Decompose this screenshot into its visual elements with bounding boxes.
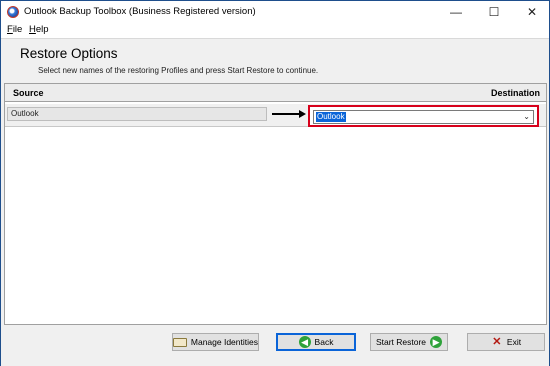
destination-selected-value: Outlook xyxy=(316,112,346,122)
menu-file-label: ile xyxy=(12,24,23,35)
window-title: Outlook Backup Toolbox (Business Registe… xyxy=(24,6,256,17)
menu-help-label: elp xyxy=(35,24,49,35)
profiles-grid: Source Destination Outlook Outlook ⌄ xyxy=(4,83,547,325)
back-label: Back xyxy=(314,337,334,347)
close-button[interactable]: ✕ xyxy=(515,1,549,23)
start-restore-button[interactable]: Start Restore ▶ xyxy=(370,333,448,351)
manage-identities-button[interactable]: Manage Identities xyxy=(172,333,259,351)
menu-bar: File Help xyxy=(1,23,549,38)
menu-file[interactable]: File xyxy=(7,24,22,35)
table-row: Outlook Outlook ⌄ xyxy=(5,104,546,127)
exit-button[interactable]: ✕ Exit xyxy=(467,333,545,351)
manage-identities-label: Manage Identities xyxy=(190,337,258,347)
menu-help[interactable]: Help xyxy=(29,24,49,35)
source-profile-cell: Outlook xyxy=(7,107,267,121)
page-subtitle: Select new names of the restoring Profil… xyxy=(38,66,319,75)
app-window: Outlook Backup Toolbox (Business Registe… xyxy=(0,0,550,366)
id-card-icon xyxy=(173,337,187,347)
maximize-button[interactable]: ☐ xyxy=(477,1,511,23)
exit-x-icon: ✕ xyxy=(492,336,502,348)
grid-header: Source Destination xyxy=(5,84,546,102)
forward-arrow-icon: ▶ xyxy=(430,336,443,348)
title-bar: Outlook Backup Toolbox (Business Registe… xyxy=(1,1,549,23)
page-title: Restore Options xyxy=(20,46,118,61)
column-header-source: Source xyxy=(13,88,44,98)
menu-help-accelerator: H xyxy=(29,24,36,35)
column-header-destination: Destination xyxy=(490,88,540,98)
destination-profile-select[interactable]: Outlook ⌄ xyxy=(313,110,534,124)
start-restore-label: Start Restore xyxy=(375,337,427,347)
chevron-down-icon[interactable]: ⌄ xyxy=(523,111,530,123)
back-button[interactable]: ◀ Back xyxy=(276,333,356,351)
right-arrow-icon xyxy=(272,110,306,118)
destination-highlight: Outlook ⌄ xyxy=(308,105,539,127)
back-arrow-icon: ◀ xyxy=(298,336,311,348)
minimize-button[interactable]: — xyxy=(439,1,473,23)
app-icon xyxy=(7,6,19,18)
button-bar: Manage Identities ◀ Back Start Restore ▶… xyxy=(1,325,549,366)
exit-label: Exit xyxy=(506,337,522,347)
page-header: Restore Options Select new names of the … xyxy=(1,38,549,83)
